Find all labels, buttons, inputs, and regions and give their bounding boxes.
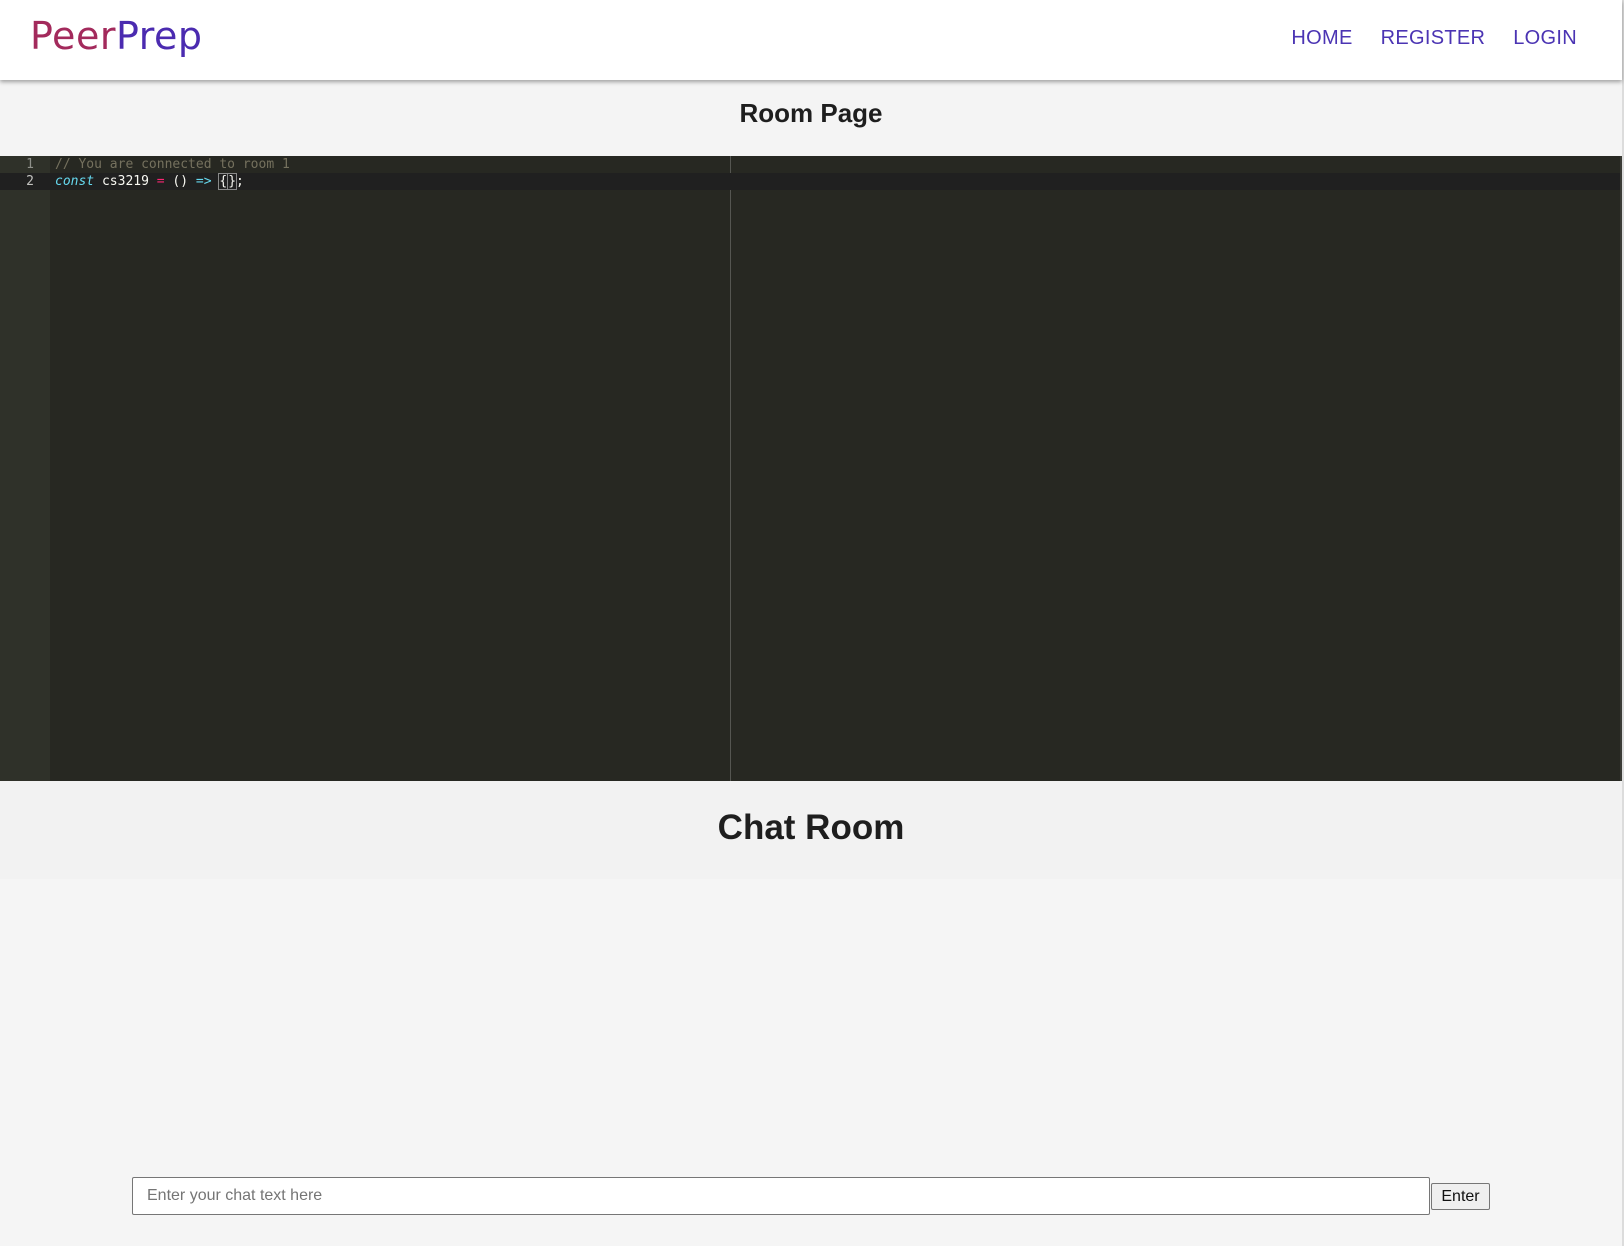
chat-text-input[interactable] <box>132 1177 1430 1215</box>
code-semicolon: ; <box>236 174 244 189</box>
navbar: PeerPrep HOME REGISTER LOGIN <box>0 0 1622 80</box>
code-identifier: cs3219 <box>101 174 149 189</box>
code-comment: // You are connected to room 1 <box>55 157 290 172</box>
peerprep-logo[interactable]: PeerPrep <box>30 14 203 58</box>
chat-enter-button[interactable]: Enter <box>1431 1183 1490 1210</box>
nav-links: HOME REGISTER LOGIN <box>1291 27 1577 50</box>
page: PeerPrep HOME REGISTER LOGIN Room Page 1… <box>0 0 1624 1246</box>
nav-register-link[interactable]: REGISTER <box>1381 27 1486 50</box>
room-page-title: Room Page <box>739 98 883 128</box>
code-brace-close: } <box>227 173 238 190</box>
editor-line-2[interactable]: 2 const cs3219 = () => {}; <box>0 173 1622 190</box>
nav-login-link[interactable]: LOGIN <box>1513 27 1577 50</box>
code-keyword: const <box>55 174 95 189</box>
logo-peer-text: Peer <box>30 14 116 58</box>
logo-prep-text: Prep <box>115 14 203 58</box>
chat-room-title: Chat Room <box>717 808 905 847</box>
code-assign-operator: = <box>156 174 165 189</box>
line-number: 2 <box>26 174 34 189</box>
code-brace-open: { <box>218 173 229 190</box>
code-arrow: => <box>195 174 212 189</box>
editor-gutter <box>0 156 50 781</box>
nav-home-link[interactable]: HOME <box>1291 27 1352 50</box>
code-parens: () <box>172 174 189 189</box>
line-number: 1 <box>26 157 34 172</box>
code-editor[interactable]: 1 // You are connected to room 1 2 const… <box>0 156 1622 781</box>
editor-line-1[interactable]: 1 // You are connected to room 1 <box>0 156 1622 173</box>
code-line-content: const cs3219 = () => {}; <box>55 173 244 190</box>
print-margin-line <box>730 156 731 781</box>
